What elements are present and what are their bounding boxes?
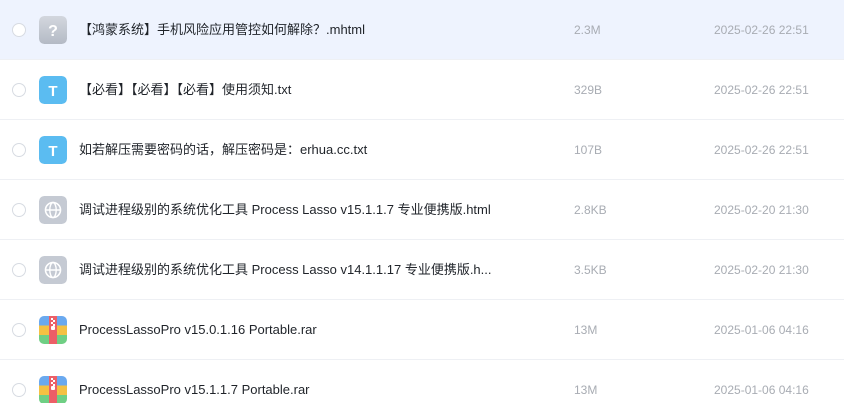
file-size: 2.8KB [574, 203, 607, 217]
archive-file-icon [39, 376, 67, 403]
file-row[interactable]: 调试进程级别的系统优化工具 Process Lasso v14.1.1.17 专… [0, 240, 844, 300]
file-date: 2025-01-06 04:16 [714, 383, 809, 397]
file-name[interactable]: 调试进程级别的系统优化工具 Process Lasso v14.1.1.17 专… [79, 261, 499, 279]
row-checkbox[interactable] [12, 383, 26, 397]
file-size: 329B [574, 83, 603, 97]
file-row[interactable]: T 如若解压需要密码的话，解压密码是：erhua.cc.txt 107B 202… [0, 120, 844, 180]
file-date: 2025-02-20 21:30 [714, 263, 809, 277]
file-row[interactable]: ProcessLassoPro v15.1.1.7 Portable.rar 1… [0, 360, 844, 403]
file-name[interactable]: ProcessLassoPro v15.0.1.16 Portable.rar [79, 321, 499, 339]
file-name[interactable]: 调试进程级别的系统优化工具 Process Lasso v15.1.1.7 专业… [79, 201, 499, 219]
file-name[interactable]: ProcessLassoPro v15.1.1.7 Portable.rar [79, 381, 499, 399]
file-date: 2025-02-26 22:51 [714, 23, 809, 37]
text-file-icon: T [39, 136, 67, 164]
svg-text:T: T [48, 83, 57, 100]
file-name[interactable]: 【必看】【必看】【必看】使用须知.txt [79, 81, 499, 99]
text-file-icon: T [39, 76, 67, 104]
web-file-icon [39, 256, 67, 284]
archive-file-icon [39, 316, 67, 344]
row-checkbox[interactable] [12, 323, 26, 337]
file-row[interactable]: T 【必看】【必看】【必看】使用须知.txt 329B 2025-02-26 2… [0, 60, 844, 120]
file-row[interactable]: 调试进程级别的系统优化工具 Process Lasso v15.1.1.7 专业… [0, 180, 844, 240]
file-size: 107B [574, 143, 603, 157]
web-file-icon [39, 196, 67, 224]
row-checkbox[interactable] [12, 203, 26, 217]
row-checkbox[interactable] [12, 83, 26, 97]
file-size: 3.5KB [574, 263, 607, 277]
file-row[interactable]: ProcessLassoPro v15.0.1.16 Portable.rar … [0, 300, 844, 360]
file-list: ? 【鸿蒙系统】手机风险应用管控如何解除？.mhtml 2.3M 2025-02… [0, 0, 844, 403]
file-name[interactable]: 【鸿蒙系统】手机风险应用管控如何解除？.mhtml [79, 21, 499, 39]
file-size: 13M [574, 383, 598, 397]
row-checkbox[interactable] [12, 143, 26, 157]
unknown-file-icon: ? [39, 16, 67, 44]
file-size: 2.3M [574, 23, 601, 37]
file-date: 2025-02-20 21:30 [714, 203, 809, 217]
svg-text:?: ? [48, 23, 58, 40]
file-size: 13M [574, 323, 598, 337]
file-row[interactable]: ? 【鸿蒙系统】手机风险应用管控如何解除？.mhtml 2.3M 2025-02… [0, 0, 844, 60]
file-date: 2025-02-26 22:51 [714, 83, 809, 97]
row-checkbox[interactable] [12, 263, 26, 277]
row-checkbox[interactable] [12, 23, 26, 37]
file-date: 2025-01-06 04:16 [714, 323, 809, 337]
file-name[interactable]: 如若解压需要密码的话，解压密码是：erhua.cc.txt [79, 141, 499, 159]
svg-text:T: T [48, 143, 57, 160]
file-date: 2025-02-26 22:51 [714, 143, 809, 157]
